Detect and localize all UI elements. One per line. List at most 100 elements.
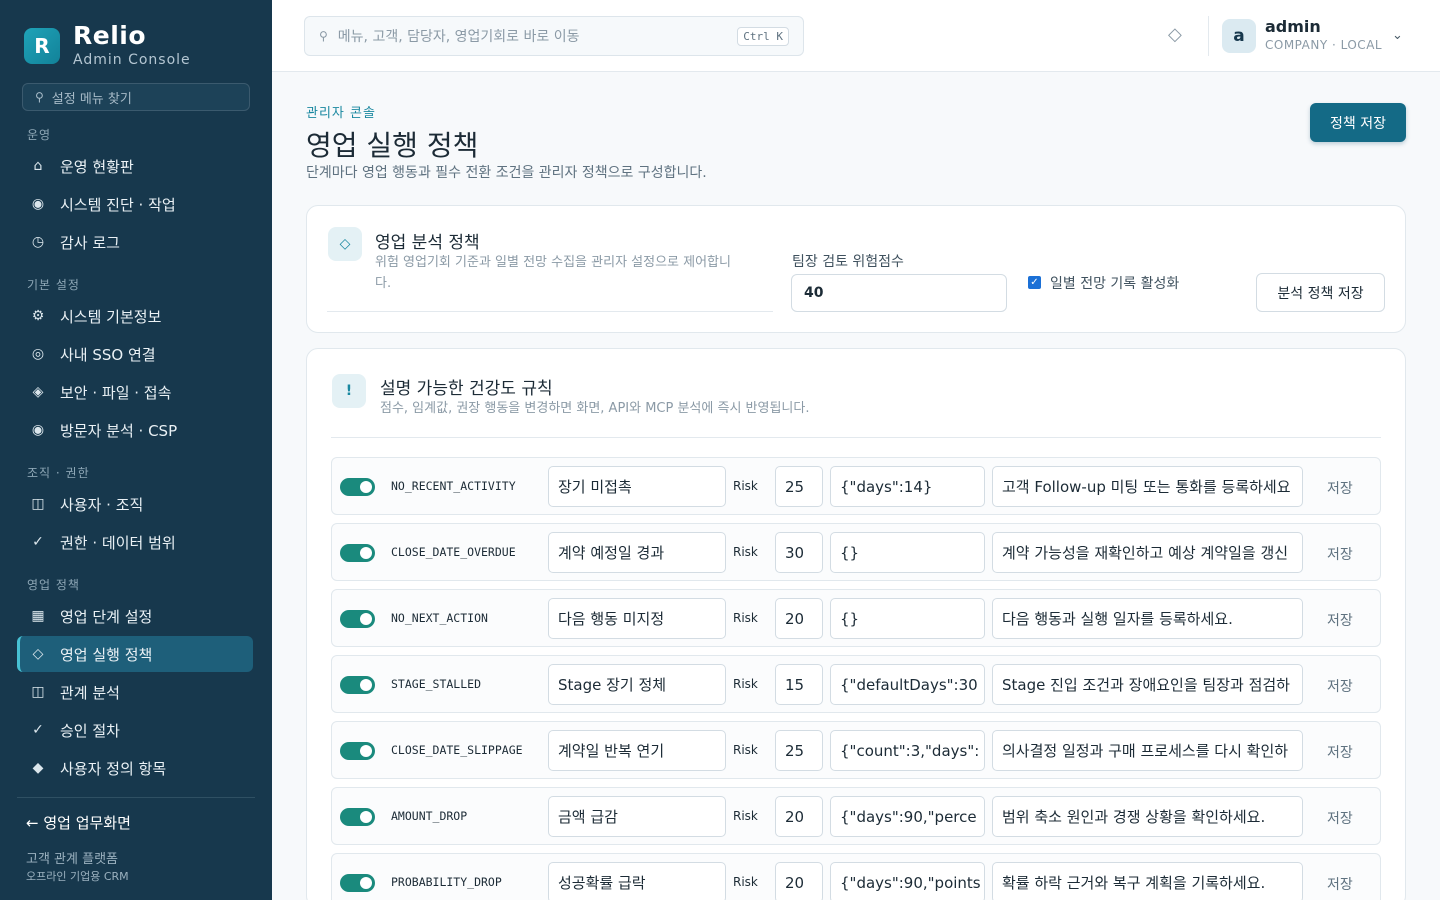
rule-name-input[interactable]: Stage 장기 정체 [548,664,726,705]
save-analysis-policy-button[interactable]: 분석 정책 저장 [1256,273,1385,312]
risk-label: Risk [733,677,758,691]
risk-label: Risk [733,545,758,559]
alert-icon: ! [332,374,366,408]
rule-params-input[interactable]: {"defaultDays":30 [830,664,985,705]
rule-score-input[interactable]: 20 [775,862,823,900]
brand-logo-icon: R [24,28,60,64]
card-divider [331,437,1381,438]
rule-action-input[interactable]: 범위 축소 원인과 경쟁 상황을 확인하세요. [992,796,1303,837]
rule-score-input[interactable]: 20 [775,598,823,639]
rule-save-button[interactable]: 저장 [1327,676,1353,696]
rule-score-input[interactable]: 25 [775,730,823,771]
rule-score-input[interactable]: 15 [775,664,823,705]
rule-code: CLOSE_DATE_SLIPPAGE [391,743,523,757]
gear-icon: ⚙ [31,308,45,324]
brand-name: Relio [73,21,147,50]
analysis-policy-title: 영업 분석 정책 [375,233,480,253]
sidebar-item-label: 관계 분석 [60,683,120,702]
sidebar-item-sales-stages[interactable]: ▦ 영업 단계 설정 [17,598,253,634]
sidebar-item-sso[interactable]: ◎ 사내 SSO 연결 [17,336,253,372]
brand[interactable]: R Relio Admin Console [24,21,191,68]
rule-enabled-toggle[interactable] [340,478,375,496]
rule-name-input[interactable]: 계약 예정일 경과 [548,532,726,573]
sidebar-item-permissions[interactable]: ✓ 권한 · 데이터 범위 [17,524,253,560]
user-org: COMPANY · LOCAL [1265,38,1383,52]
sidebar-item-visitor-analytics[interactable]: ◉ 방문자 분석 · CSP [17,412,253,448]
rule-score-input[interactable]: 25 [775,466,823,507]
rule-action-input[interactable]: 다음 행동과 실행 일자를 등록하세요. [992,598,1303,639]
rule-params-input[interactable]: {} [830,598,985,639]
rule-enabled-toggle[interactable] [340,610,375,628]
rule-save-button[interactable]: 저장 [1327,544,1353,564]
rule-enabled-toggle[interactable] [340,742,375,760]
save-policy-button[interactable]: 정책 저장 [1310,103,1406,142]
sidebar-item-approval-process[interactable]: ✓ 승인 절차 [17,712,253,748]
sidebar-item-label: 영업 단계 설정 [60,607,153,626]
sidebar-item-security[interactable]: ◈ 보안 · 파일 · 접속 [17,374,253,410]
chevron-down-icon[interactable]: ⌄ [1392,28,1403,43]
sidebar-item-label: 방문자 분석 · CSP [60,421,178,440]
rule-params-input[interactable]: {} [830,532,985,573]
sidebar-item-system-info[interactable]: ⚙ 시스템 기본정보 [17,298,253,334]
analysis-policy-desc-line2: 다. [375,276,392,291]
sidebar-item-relationship-analysis[interactable]: ◫ 관계 분석 [17,674,253,710]
rule-save-button[interactable]: 저장 [1327,874,1353,894]
rule-code: NO_RECENT_ACTIVITY [391,479,516,493]
rule-name-input[interactable]: 성공확률 급락 [548,862,726,900]
rule-save-button[interactable]: 저장 [1327,742,1353,762]
sidebar-item-system-diagnostics[interactable]: ◉ 시스템 진단 · 작업 [17,186,253,222]
rule-name-input[interactable]: 계약일 반복 연기 [548,730,726,771]
sidebar-search-placeholder: 설정 메뉴 찾기 [51,91,132,107]
table-row: NO_RECENT_ACTIVITY 장기 미접촉 Risk 25 {"days… [331,457,1381,515]
rule-enabled-toggle[interactable] [340,808,375,826]
rule-action-input[interactable]: 계약 가능성을 재확인하고 예상 계약일을 갱신 [992,532,1303,573]
sidebar-item-operations-dashboard[interactable]: ⌂ 운영 현황판 [17,148,253,184]
rule-name-input[interactable]: 금액 급감 [548,796,726,837]
sidebar-item-sales-execution-policy[interactable]: ◇ 영업 실행 정책 [17,636,253,672]
rule-save-button[interactable]: 저장 [1327,478,1353,498]
sidebar-search-input[interactable]: ⚲ 설정 메뉴 찾기 [22,83,250,111]
rule-action-input[interactable]: 고객 Follow-up 미팅 또는 통화를 등록하세요 [992,466,1303,507]
rule-params-input[interactable]: {"days":90,"perce [830,796,985,837]
rule-score-input[interactable]: 20 [775,796,823,837]
sidebar-item-custom-fields[interactable]: ◆ 사용자 정의 항목 [17,750,253,786]
daily-forecast-label: 일별 전망 기록 활성화 [1050,276,1180,292]
clock-icon: ◷ [31,234,45,250]
avatar[interactable]: a [1222,19,1256,53]
rule-enabled-toggle[interactable] [340,544,375,562]
rule-params-input[interactable]: {"count":3,"days": [830,730,985,771]
rule-name-input[interactable]: 다음 행동 미지정 [548,598,726,639]
shield-icon: ◈ [32,384,44,400]
rule-score-input[interactable]: 30 [775,532,823,573]
sidebar-item-label: 영업 실행 정책 [60,645,153,664]
target-icon: ◎ [31,346,45,362]
notification-icon[interactable]: ◇ [1168,24,1182,45]
rule-name-input[interactable]: 장기 미접촉 [548,466,726,507]
sidebar-item-users-org[interactable]: ◫ 사용자 · 조직 [17,486,253,522]
rule-enabled-toggle[interactable] [340,874,375,892]
global-search-input[interactable]: ⚲ 메뉴, 고객, 담당자, 영업기회로 바로 이동 Ctrl K [304,16,804,56]
rule-save-button[interactable]: 저장 [1327,808,1353,828]
daily-forecast-checkbox[interactable]: ✓ [1028,276,1041,289]
rule-params-input[interactable]: {"days":14} [830,466,985,507]
rule-action-input[interactable]: 의사결정 일정과 구매 프로세스를 다시 확인하 [992,730,1303,771]
sidebar-item-audit-log[interactable]: ◷ 감사 로그 [17,224,253,260]
risk-label: Risk [733,611,758,625]
sidebar-divider [17,797,255,798]
sidebar-footer-subtitle: 오프라인 기업용 CRM [26,870,129,883]
diamond-icon: ◇ [32,646,44,662]
search-icon: ⚲ [319,29,328,43]
risk-score-label: 팀장 검토 위험점수 [792,254,904,270]
rule-action-input[interactable]: 확률 하락 근거와 복구 계획을 기록하세요. [992,862,1303,900]
rule-params-input[interactable]: {"days":90,"points [830,862,985,900]
breadcrumb[interactable]: 관리자 콘솔 [306,102,376,121]
user-name[interactable]: admin [1265,17,1321,36]
rule-enabled-toggle[interactable] [340,676,375,694]
sidebar-item-label: 사용자 · 조직 [60,495,144,514]
diagnostics-icon: ◉ [31,196,45,212]
risk-score-input[interactable]: 40 [791,274,1007,312]
health-rules-description: 점수, 임계값, 권장 행동을 변경하면 화면, API와 MCP 분석에 즉시… [380,401,810,416]
back-to-sales-link[interactable]: ← 영업 업무화면 [26,812,131,833]
rule-action-input[interactable]: Stage 진입 조건과 장애요인을 팀장과 점검하 [992,664,1303,705]
rule-save-button[interactable]: 저장 [1327,610,1353,630]
